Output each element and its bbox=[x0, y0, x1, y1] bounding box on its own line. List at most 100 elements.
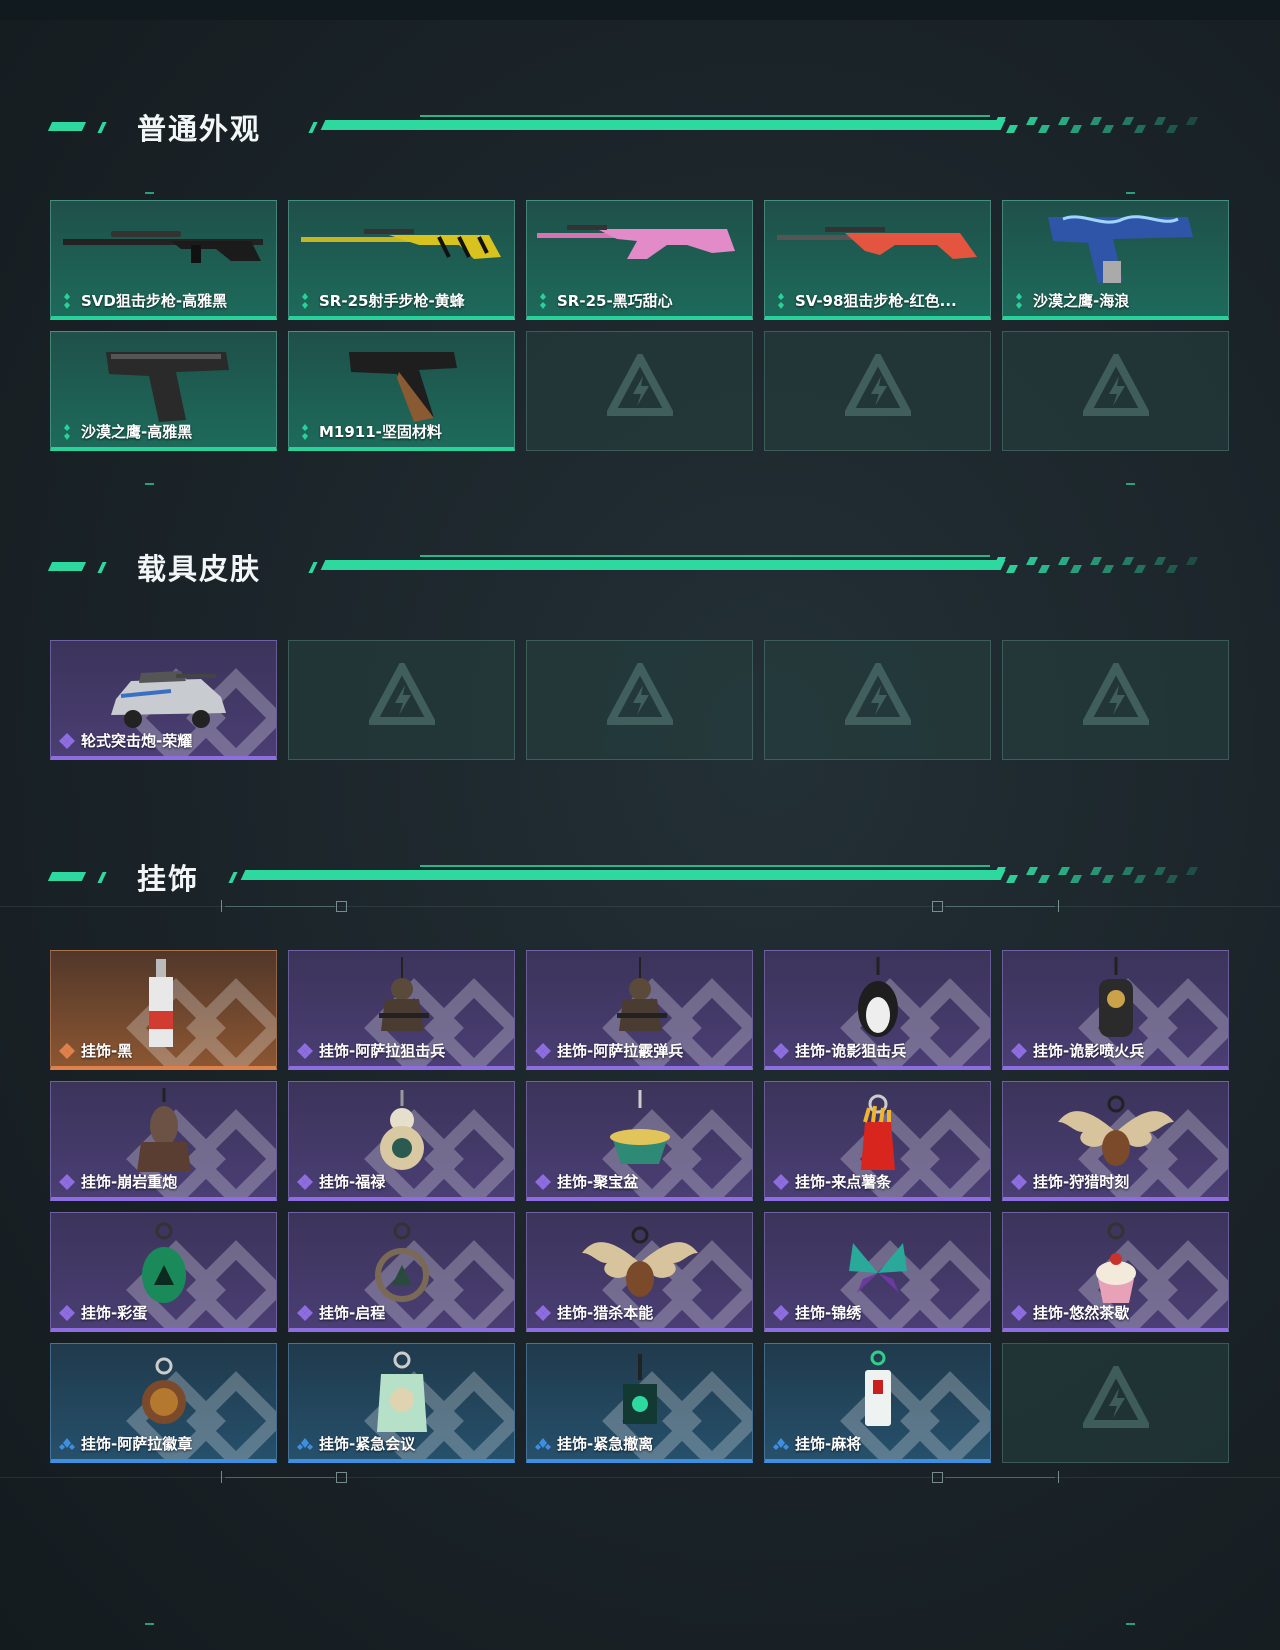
corner-dash bbox=[145, 192, 154, 194]
item-card[interactable]: 挂饰-诡影喷火兵 bbox=[1002, 950, 1229, 1070]
item-label: M1911-坚固材料 bbox=[297, 421, 442, 442]
item-name: 挂饰-锦绣 bbox=[795, 1304, 862, 1322]
item-card[interactable]: 挂饰-阿萨拉狙击兵 bbox=[288, 950, 515, 1070]
rarity-purple-icon bbox=[297, 1304, 313, 1322]
item-name: 挂饰-紧急会议 bbox=[319, 1435, 416, 1453]
item-name: 沙漠之鹰-海浪 bbox=[1033, 292, 1130, 310]
header-dash bbox=[47, 872, 87, 881]
item-card[interactable]: 挂饰-阿萨拉徽章 bbox=[50, 1343, 277, 1463]
header-thin-line bbox=[420, 555, 990, 557]
section-header: 挂饰 bbox=[0, 860, 1280, 900]
item-name: 挂饰-聚宝盆 bbox=[557, 1173, 639, 1191]
corner-dash bbox=[145, 1623, 154, 1625]
section-header: 载具皮肤 bbox=[0, 550, 1280, 590]
item-card[interactable]: 挂饰-麻将 bbox=[764, 1343, 991, 1463]
empty-slot bbox=[1002, 1343, 1229, 1463]
item-name: 挂饰-彩蛋 bbox=[81, 1304, 148, 1322]
item-card[interactable]: 挂饰-紧急撤离 bbox=[526, 1343, 753, 1463]
header-slash bbox=[228, 872, 238, 883]
empty-slot bbox=[526, 640, 753, 760]
item-label: 挂饰-紧急撤离 bbox=[535, 1433, 653, 1454]
item-name: 沙漠之鹰-高雅黑 bbox=[81, 423, 193, 441]
frame-line bbox=[0, 1477, 1280, 1478]
item-label: 挂饰-黑 bbox=[59, 1040, 132, 1061]
item-name: 挂饰-崩岩重炮 bbox=[81, 1173, 178, 1191]
item-card[interactable]: 轮式突击炮-荣耀 bbox=[50, 640, 277, 760]
header-thin-line bbox=[420, 865, 990, 867]
corner-dash bbox=[1126, 1623, 1135, 1625]
header-dash bbox=[97, 562, 107, 573]
corner-dash bbox=[1126, 483, 1135, 485]
item-card[interactable]: 挂饰-狩猎时刻 bbox=[1002, 1081, 1229, 1201]
header-dash bbox=[97, 872, 107, 883]
header-bar bbox=[320, 560, 1006, 570]
item-card[interactable]: M1911-坚固材料 bbox=[288, 331, 515, 451]
item-name: 挂饰-黑 bbox=[81, 1042, 133, 1060]
rarity-blue-icon bbox=[773, 1435, 789, 1453]
rarity-purple-icon bbox=[773, 1173, 789, 1191]
item-card[interactable]: 挂饰-悠然茶歇 bbox=[1002, 1212, 1229, 1332]
rarity-blue-icon bbox=[535, 1435, 551, 1453]
item-label: 挂饰-麻将 bbox=[773, 1433, 861, 1454]
item-card[interactable]: 挂饰-猎杀本能 bbox=[526, 1212, 753, 1332]
rarity-green-icon bbox=[59, 292, 75, 310]
item-label: 挂饰-锦绣 bbox=[773, 1302, 861, 1323]
item-name: 挂饰-麻将 bbox=[795, 1435, 862, 1453]
item-label: 挂饰-诡影喷火兵 bbox=[1011, 1040, 1144, 1061]
item-card[interactable]: SVD狙击步枪-高雅黑 bbox=[50, 200, 277, 320]
item-card[interactable]: 挂饰-紧急会议 bbox=[288, 1343, 515, 1463]
header-bar bbox=[320, 120, 1006, 130]
item-name: 挂饰-猎杀本能 bbox=[557, 1304, 654, 1322]
item-card[interactable]: 沙漠之鹰-海浪 bbox=[1002, 200, 1229, 320]
item-name: 挂饰-阿萨拉霰弹兵 bbox=[557, 1042, 684, 1060]
header-dash bbox=[47, 562, 87, 571]
item-card[interactable]: 挂饰-来点薯条 bbox=[764, 1081, 991, 1201]
empty-slot bbox=[764, 640, 991, 760]
header-bar bbox=[240, 870, 1006, 880]
item-card[interactable]: 挂饰-聚宝盆 bbox=[526, 1081, 753, 1201]
item-card[interactable]: 挂饰-黑 bbox=[50, 950, 277, 1070]
item-name: 挂饰-狩猎时刻 bbox=[1033, 1173, 1130, 1191]
rarity-purple-icon bbox=[1011, 1173, 1027, 1191]
rarity-purple-icon bbox=[535, 1173, 551, 1191]
frame-line bbox=[0, 906, 1280, 907]
rarity-purple-icon bbox=[535, 1304, 551, 1322]
item-card[interactable]: SR-25射手步枪-黄蜂 bbox=[288, 200, 515, 320]
item-card[interactable]: 挂饰-阿萨拉霰弹兵 bbox=[526, 950, 753, 1070]
item-card[interactable]: 挂饰-崩岩重炮 bbox=[50, 1081, 277, 1201]
item-label: 挂饰-紧急会议 bbox=[297, 1433, 415, 1454]
item-label: SV-98狙击步枪-红色... bbox=[773, 290, 957, 311]
rarity-green-icon bbox=[535, 292, 551, 310]
empty-slot bbox=[526, 331, 753, 451]
item-card[interactable]: SR-25-黑巧甜心 bbox=[526, 200, 753, 320]
item-card[interactable]: 沙漠之鹰-高雅黑 bbox=[50, 331, 277, 451]
empty-slot bbox=[1002, 331, 1229, 451]
checker-pattern bbox=[994, 867, 1198, 883]
rarity-purple-icon bbox=[1011, 1042, 1027, 1060]
section-title: 载具皮肤 bbox=[137, 552, 262, 586]
item-name: SV-98狙击步枪-红色... bbox=[795, 292, 957, 310]
item-label: SVD狙击步枪-高雅黑 bbox=[59, 290, 227, 311]
rarity-purple-icon bbox=[59, 732, 75, 750]
rarity-purple-icon bbox=[773, 1304, 789, 1322]
header-slash bbox=[308, 122, 318, 133]
item-card[interactable]: 挂饰-启程 bbox=[288, 1212, 515, 1332]
item-card[interactable]: SV-98狙击步枪-红色... bbox=[764, 200, 991, 320]
item-name: 挂饰-诡影狙击兵 bbox=[795, 1042, 907, 1060]
rarity-purple-icon bbox=[59, 1304, 75, 1322]
item-name: 挂饰-悠然茶歇 bbox=[1033, 1304, 1130, 1322]
item-name: SVD狙击步枪-高雅黑 bbox=[81, 292, 228, 310]
item-label: 挂饰-启程 bbox=[297, 1302, 385, 1323]
rarity-purple-icon bbox=[535, 1042, 551, 1060]
item-label: 挂饰-狩猎时刻 bbox=[1011, 1171, 1129, 1192]
item-card[interactable]: 挂饰-彩蛋 bbox=[50, 1212, 277, 1332]
item-card[interactable]: 挂饰-锦绣 bbox=[764, 1212, 991, 1332]
header-slash bbox=[308, 562, 318, 573]
item-label: 轮式突击炮-荣耀 bbox=[59, 730, 192, 751]
item-card[interactable]: 挂饰-福禄 bbox=[288, 1081, 515, 1201]
section-title: 普通外观 bbox=[137, 112, 262, 146]
rarity-purple-icon bbox=[1011, 1304, 1027, 1322]
item-label: 挂饰-来点薯条 bbox=[773, 1171, 891, 1192]
empty-slot bbox=[764, 331, 991, 451]
item-card[interactable]: 挂饰-诡影狙击兵 bbox=[764, 950, 991, 1070]
